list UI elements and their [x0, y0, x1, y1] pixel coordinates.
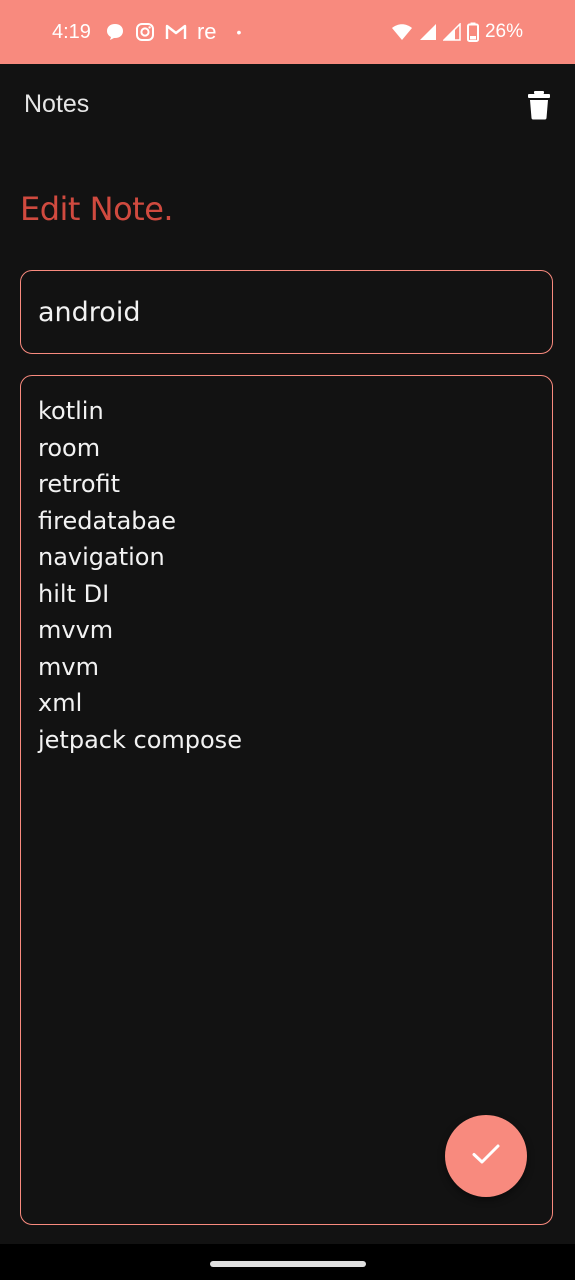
status-time: 4:19: [52, 20, 91, 43]
navigation-bar: [0, 1244, 575, 1280]
signal-icon: [419, 23, 437, 41]
app-title: Notes: [24, 90, 90, 118]
trash-icon[interactable]: [527, 90, 551, 120]
edit-note-heading: Edit Note.: [20, 190, 174, 228]
app-bar: Notes: [0, 64, 575, 148]
status-notification-dot: •: [236, 24, 242, 40]
instagram-icon: [135, 22, 155, 42]
battery-percent: 26%: [484, 21, 523, 42]
note-body-input[interactable]: kotlin room retrofit firedatabae navigat…: [20, 375, 553, 1225]
check-icon: [471, 1142, 501, 1170]
status-carrier-text: re: [196, 19, 217, 44]
status-bar: 4:19 re • 26%: [0, 0, 575, 64]
status-left: 4:19 re •: [52, 0, 241, 64]
chat-bubble-icon: [105, 22, 125, 42]
signal-icon: [442, 23, 461, 41]
wifi-icon: [391, 23, 413, 41]
status-right: 26%: [391, 0, 523, 64]
home-indicator[interactable]: [210, 1261, 366, 1267]
battery-icon: [466, 22, 479, 42]
note-title-input[interactable]: [20, 270, 553, 354]
save-note-button[interactable]: [445, 1115, 527, 1197]
gmail-icon: [165, 23, 187, 41]
